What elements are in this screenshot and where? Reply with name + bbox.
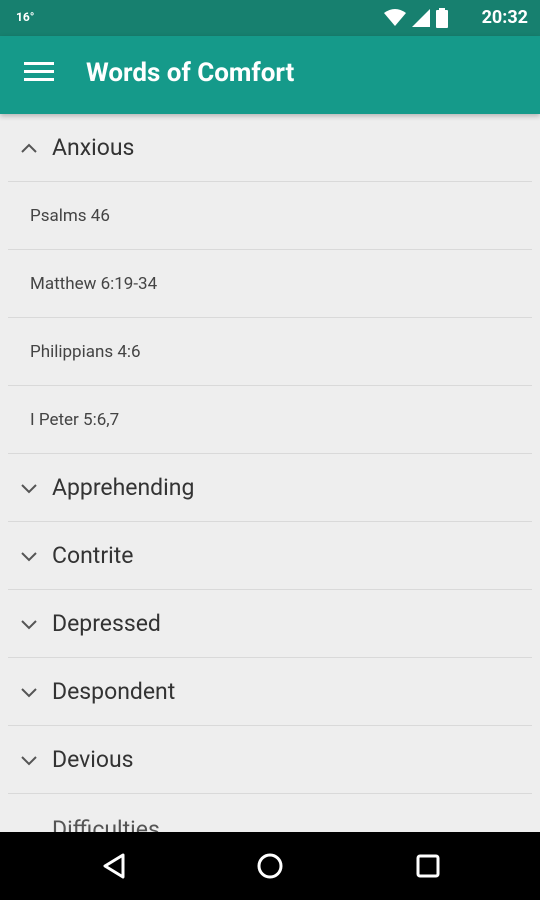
status-bar: 16° 20:32 bbox=[0, 0, 540, 36]
category-label: Apprehending bbox=[52, 474, 195, 501]
chevron-up-icon bbox=[18, 137, 40, 159]
chevron-down-icon bbox=[18, 681, 40, 703]
category-row-despondent[interactable]: Despondent bbox=[8, 658, 532, 726]
verse-label: Psalms 46 bbox=[30, 205, 110, 226]
app-title: Words of Comfort bbox=[86, 58, 295, 88]
home-icon[interactable] bbox=[252, 848, 288, 884]
category-row-apprehending[interactable]: Apprehending bbox=[8, 454, 532, 522]
cell-signal-icon bbox=[412, 9, 430, 27]
wifi-icon bbox=[384, 9, 406, 26]
chevron-down-icon bbox=[18, 545, 40, 567]
status-icons bbox=[384, 6, 448, 30]
chevron-down-icon bbox=[18, 749, 40, 771]
app-bar: Words of Comfort bbox=[0, 36, 540, 114]
chevron-down-icon bbox=[18, 613, 40, 635]
clock: 20:32 bbox=[481, 7, 528, 28]
category-label: Depressed bbox=[52, 610, 161, 637]
battery-icon bbox=[436, 8, 448, 28]
verse-row[interactable]: Matthew 6:19-34 bbox=[8, 250, 532, 318]
menu-icon[interactable] bbox=[24, 62, 54, 86]
back-icon[interactable] bbox=[96, 848, 132, 884]
recents-icon[interactable] bbox=[410, 848, 446, 884]
verse-row[interactable]: Philippians 4:6 bbox=[8, 318, 532, 386]
category-row-depressed[interactable]: Depressed bbox=[8, 590, 532, 658]
verse-label: Philippians 4:6 bbox=[30, 341, 141, 362]
category-label-partial[interactable]: Difficulties bbox=[52, 816, 160, 832]
category-row-devious[interactable]: Devious bbox=[8, 726, 532, 794]
category-list: Anxious Psalms 46 Matthew 6:19-34 Philip… bbox=[0, 114, 540, 832]
navigation-bar bbox=[0, 832, 540, 900]
chevron-down-icon bbox=[18, 477, 40, 499]
category-label: Despondent bbox=[52, 678, 176, 705]
category-label: Anxious bbox=[52, 134, 135, 161]
verse-row[interactable]: I Peter 5:6,7 bbox=[8, 386, 532, 454]
category-label: Devious bbox=[52, 746, 134, 773]
verse-label: Matthew 6:19-34 bbox=[30, 273, 158, 294]
category-label: Contrite bbox=[52, 542, 134, 569]
category-row-contrite[interactable]: Contrite bbox=[8, 522, 532, 590]
verse-label: I Peter 5:6,7 bbox=[30, 409, 120, 430]
temperature-indicator: 16° bbox=[16, 10, 35, 24]
verse-row[interactable]: Psalms 46 bbox=[8, 182, 532, 250]
category-row-anxious[interactable]: Anxious bbox=[8, 114, 532, 182]
